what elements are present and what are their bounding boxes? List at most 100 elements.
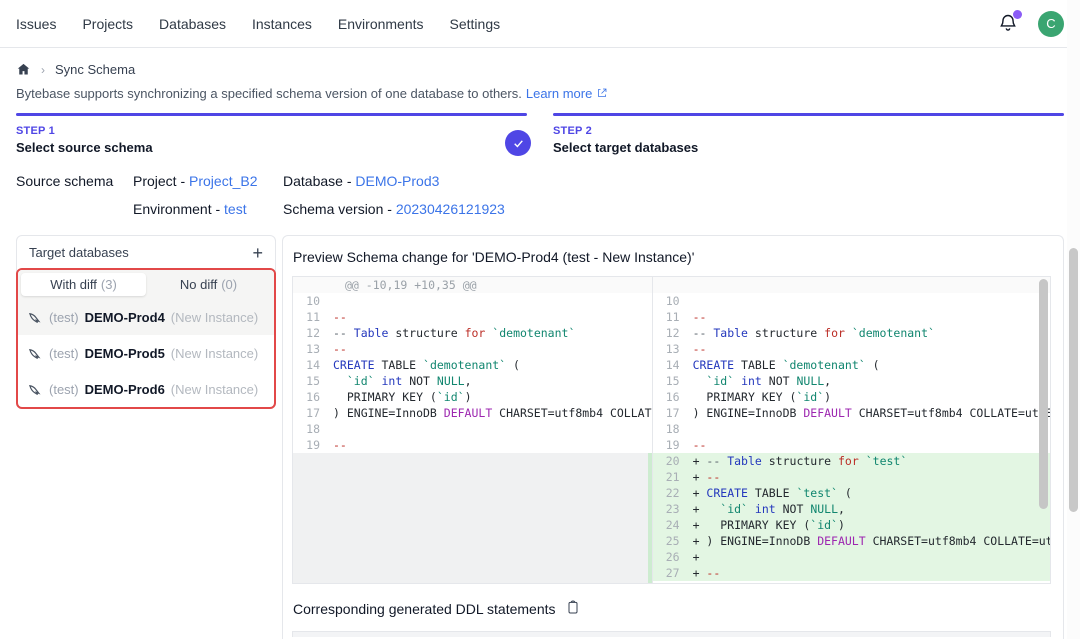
diff-pane-modified: 1011--12-- Table structure for `demotena… bbox=[653, 277, 1050, 583]
line-number: 18 bbox=[653, 421, 693, 437]
line-content: + bbox=[693, 549, 1050, 565]
top-navigation-bar: Issues Projects Databases Instances Environm… bbox=[0, 0, 1080, 48]
step-2-progress-bar bbox=[553, 113, 1064, 116]
line-number: 16 bbox=[293, 389, 333, 405]
diff-code-line: 17) ENGINE=InnoDB DEFAULT CHARSET=utf8mb… bbox=[293, 405, 652, 421]
step-1-title: Select source schema bbox=[16, 140, 527, 155]
nav-item-databases[interactable]: Databases bbox=[159, 16, 226, 32]
line-number: 26 bbox=[653, 549, 693, 565]
nav-item-settings[interactable]: Settings bbox=[450, 16, 501, 32]
target-db-item[interactable]: (test)DEMO-Prod4(New Instance) bbox=[18, 299, 274, 335]
line-number: 13 bbox=[653, 341, 693, 357]
home-icon[interactable] bbox=[16, 62, 31, 77]
mysql-icon bbox=[28, 310, 43, 325]
check-icon bbox=[512, 137, 525, 150]
tab-count: (3) bbox=[101, 277, 117, 292]
diff-code-line: 11-- bbox=[653, 309, 1050, 325]
target-databases-highlight-box: With diff (3) No diff(0) (test) DEMO-Prod4 (… bbox=[16, 268, 276, 409]
line-content: -- Table structure for `demotenant` bbox=[333, 325, 652, 341]
line-content: -- bbox=[693, 341, 1050, 357]
db-instance-suffix: (New Instance) bbox=[171, 346, 258, 361]
db-instance-suffix: (New Instance) bbox=[171, 382, 258, 397]
source-schema-label: Source schema bbox=[16, 173, 133, 217]
target-db-item[interactable]: (test) DEMO-Prod5 (New Instance) bbox=[18, 335, 274, 371]
diff-code-line: 21+ -- bbox=[653, 469, 1050, 485]
line-number: 25 bbox=[653, 533, 693, 549]
source-field-link[interactable]: test bbox=[224, 201, 247, 217]
db-environment: (test) bbox=[49, 346, 79, 361]
line-number: 10 bbox=[293, 293, 333, 309]
line-number: 17 bbox=[293, 405, 333, 421]
notification-bell-button[interactable] bbox=[998, 13, 1020, 35]
diff-code-line: 22+ CREATE TABLE `test` ( bbox=[653, 485, 1050, 501]
mysql-icon bbox=[28, 346, 43, 361]
diff-left-filler bbox=[293, 453, 652, 583]
line-number: 21 bbox=[653, 469, 693, 485]
copy-ddl-button[interactable] bbox=[565, 599, 581, 618]
diff-code-line: 16 PRIMARY KEY (`id`) bbox=[293, 389, 652, 405]
line-content bbox=[693, 293, 1050, 309]
diff-code-line: 19-- bbox=[653, 437, 1050, 453]
nav-item-instances[interactable]: Instances bbox=[252, 16, 312, 32]
line-content: + -- Table structure for `test` bbox=[693, 453, 1050, 469]
diff-code-line: 18 bbox=[653, 421, 1050, 437]
editor-scrollbar[interactable] bbox=[1039, 279, 1048, 509]
line-content: -- bbox=[333, 341, 652, 357]
line-content: + -- bbox=[693, 469, 1050, 485]
line-content: -- Table structure for `demotenant` bbox=[693, 325, 1050, 341]
diff-code-line: 12-- Table structure for `demotenant` bbox=[293, 325, 652, 341]
db-environment: (test) bbox=[49, 310, 79, 325]
diff-code-line: 18 bbox=[293, 421, 652, 437]
tab-no-diff[interactable]: No diff(0) bbox=[146, 273, 271, 296]
nav-item-projects[interactable]: Projects bbox=[82, 16, 133, 32]
tab-label: With diff bbox=[50, 277, 97, 292]
line-number: 14 bbox=[653, 357, 693, 373]
learn-more-link[interactable]: Learn more bbox=[526, 86, 592, 101]
nav-item-issues[interactable]: Issues bbox=[16, 16, 56, 32]
target-db-item[interactable]: (test)DEMO-Prod6(New Instance) bbox=[18, 371, 274, 407]
tab-count: (0) bbox=[221, 277, 237, 292]
breadcrumb: › Sync Schema bbox=[16, 62, 1064, 77]
line-content: -- bbox=[693, 309, 1050, 325]
db-name: DEMO-Prod4 bbox=[85, 310, 165, 325]
db-name: DEMO-Prod5 bbox=[85, 346, 165, 361]
add-target-database-button[interactable]: + bbox=[252, 244, 263, 262]
diff-code-line: 13-- bbox=[293, 341, 652, 357]
ddl-editor-top-edge bbox=[292, 631, 1051, 637]
line-number: 11 bbox=[653, 309, 693, 325]
nav-item-environments[interactable]: Environments bbox=[338, 16, 424, 32]
line-number: 14 bbox=[293, 357, 333, 373]
target-databases-title: Target databases bbox=[29, 245, 129, 260]
schema-diff-editor[interactable]: @@ -10,19 +10,35 @@ 1011--12-- Table str… bbox=[292, 276, 1051, 584]
diff-code-line: 25+ ) ENGINE=InnoDB DEFAULT CHARSET=utf8… bbox=[653, 533, 1050, 549]
user-avatar[interactable]: C bbox=[1038, 11, 1064, 37]
diff-code-line: 11-- bbox=[293, 309, 652, 325]
notification-dot bbox=[1013, 10, 1022, 19]
page-scrollbar-thumb[interactable] bbox=[1069, 248, 1078, 512]
mysql-icon bbox=[28, 382, 43, 397]
preview-title: Preview Schema change for 'DEMO-Prod4 (t… bbox=[283, 236, 1063, 276]
source-field-link[interactable]: Project_B2 bbox=[189, 173, 257, 189]
external-link-icon[interactable] bbox=[596, 86, 608, 101]
line-number: 22 bbox=[653, 485, 693, 501]
line-content: + `id` int NOT NULL, bbox=[693, 501, 1050, 517]
line-number: 12 bbox=[653, 325, 693, 341]
line-number: 17 bbox=[653, 405, 693, 421]
source-field-link[interactable]: DEMO-Prod3 bbox=[355, 173, 439, 189]
source-field-link[interactable]: 20230426121923 bbox=[396, 201, 505, 217]
step-2-title: Select target databases bbox=[553, 140, 1064, 155]
diff-right-header-spacer bbox=[653, 277, 1050, 293]
line-content: -- bbox=[693, 437, 1050, 453]
line-number: 15 bbox=[293, 373, 333, 389]
line-content: + -- bbox=[693, 565, 1050, 581]
diff-code-line: 12-- Table structure for `demotenant` bbox=[653, 325, 1050, 341]
target-databases-panel: Target databases + With diff (3) No diff(0… bbox=[16, 235, 276, 409]
line-content: CREATE TABLE `demotenant` ( bbox=[693, 357, 1050, 373]
line-number: 16 bbox=[653, 389, 693, 405]
step-2: STEP 2 Select target databases bbox=[553, 113, 1064, 155]
line-content: + CREATE TABLE `test` ( bbox=[693, 485, 1050, 501]
diff-code-line: 14CREATE TABLE `demotenant` ( bbox=[293, 357, 652, 373]
preview-card: Preview Schema change for 'DEMO-Prod4 (t… bbox=[282, 235, 1064, 639]
tab-with-diff[interactable]: With diff (3) bbox=[21, 273, 146, 296]
diff-code-line: 13-- bbox=[653, 341, 1050, 357]
